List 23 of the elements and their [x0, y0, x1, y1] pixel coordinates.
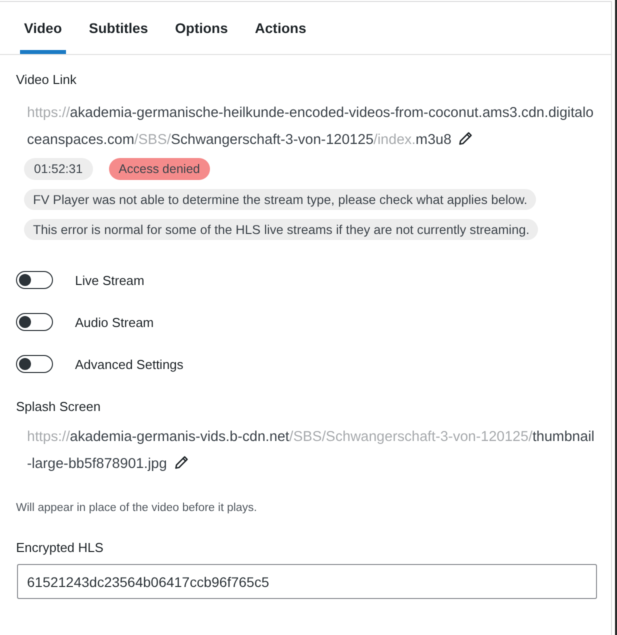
field-label: Splash Screen: [16, 398, 102, 416]
tab[interactable]: Subtitles: [84, 2, 152, 54]
pencil-icon[interactable]: [174, 455, 189, 470]
tab[interactable]: Video: [20, 2, 66, 54]
field-label: Video Link: [16, 71, 78, 89]
toggle-switch[interactable]: [16, 355, 53, 373]
tab[interactable]: Options: [171, 2, 232, 54]
duration-badge: 01:52:31: [24, 158, 93, 180]
pencil-icon[interactable]: [458, 131, 474, 146]
error-badge: Access denied: [108, 158, 210, 180]
field-label: Encrypted HLS: [16, 539, 104, 557]
toggle-switch[interactable]: [16, 271, 53, 289]
input-field[interactable]: 61521243dc23564b06417ccb96f765c5: [17, 564, 597, 599]
toggle-label: Live Stream: [75, 272, 144, 288]
toggle-label: Audio Stream: [75, 314, 154, 330]
notice-message: FV Player was not able to determine the stream type, please check what applies below.: [24, 189, 536, 210]
toggle-label: Advanced Settings: [75, 356, 184, 372]
hint-text: Will appear in place of the video before it plays.: [16, 501, 258, 516]
tab[interactable]: Actions: [250, 2, 310, 54]
toggle-switch[interactable]: [16, 313, 53, 331]
notice-message: This error is normal for some of the HLS live streams if they are not currently streaming.: [24, 219, 538, 240]
url-link[interactable]: https://akademia-germanische-heilkunde-encoded-videos-from-coconut.ams3.cdn.digitaloceanspaces.com/SBS/Schwangerschaft-3-von-120125/index.m3u8: [27, 100, 598, 154]
url-link[interactable]: https://akademia-germanis-vids.b-cdn.net/SBS/Schwangerschaft-3-von-120125/thumbnail-large-bb5f878901.jpg: [27, 424, 598, 478]
